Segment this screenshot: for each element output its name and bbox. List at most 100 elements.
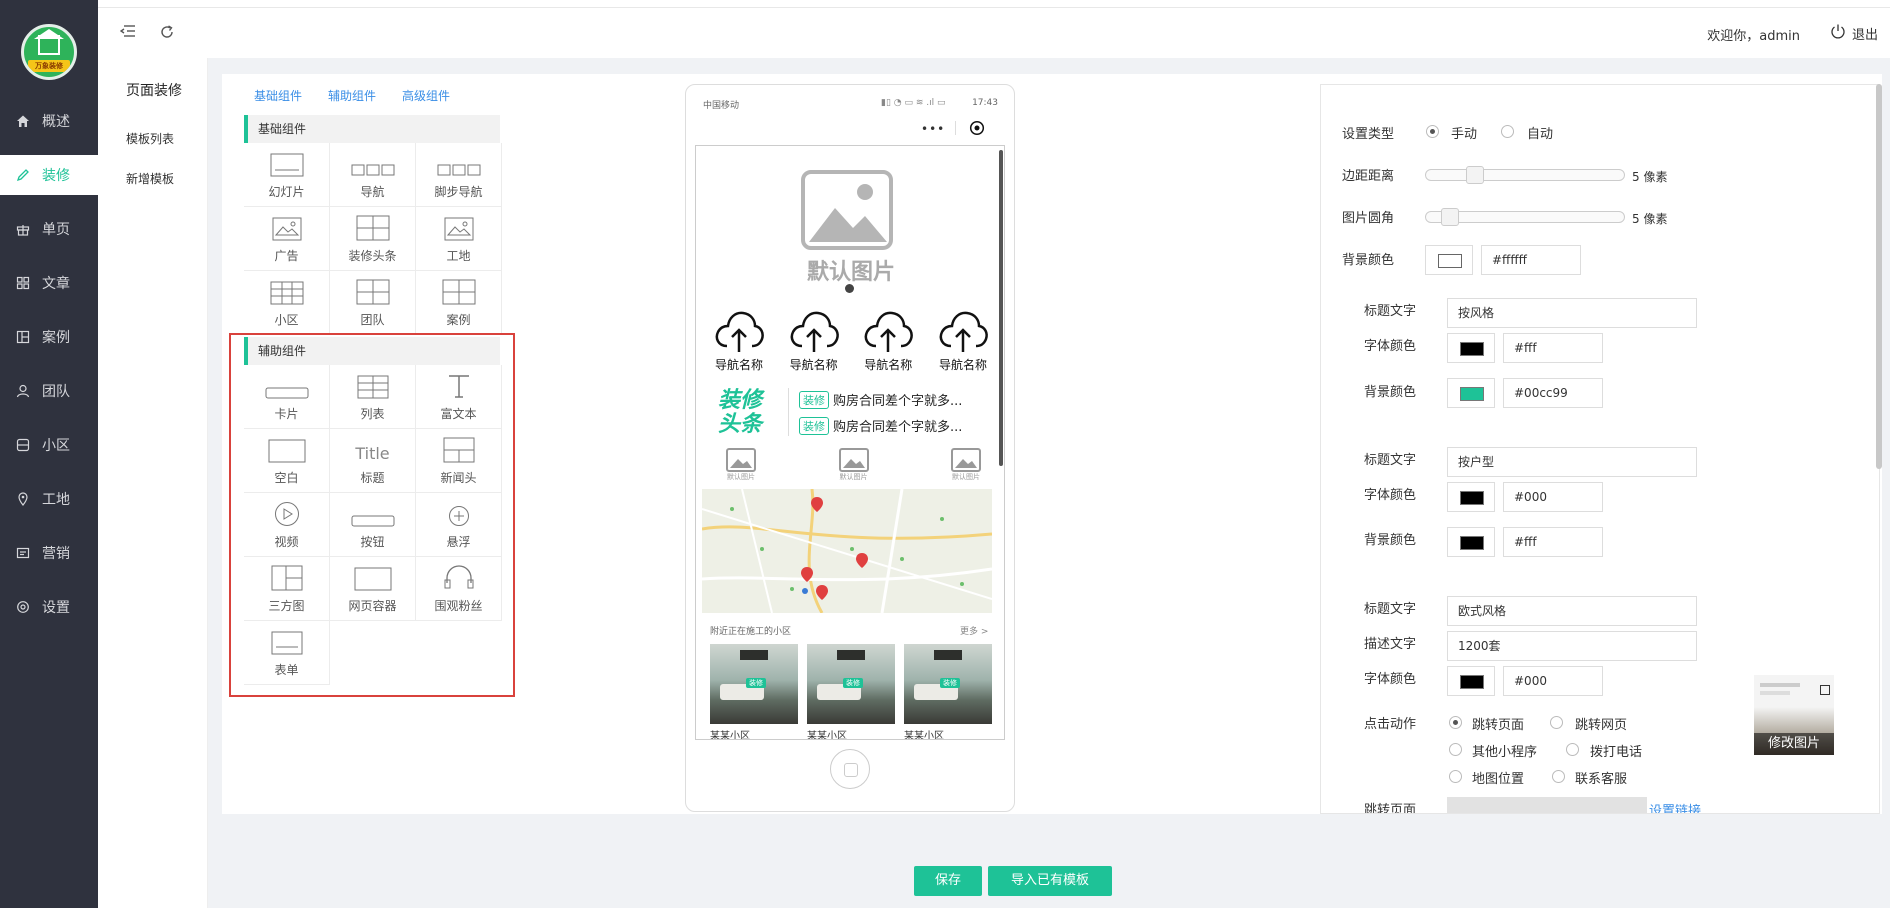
tab-auxiliary[interactable]: 辅助组件 xyxy=(328,87,376,104)
sidebar-item-label: 装修 xyxy=(42,168,70,184)
slideshow-icon xyxy=(270,153,303,177)
bg-color-picker[interactable] xyxy=(1425,245,1473,275)
user-icon xyxy=(16,384,30,398)
sidebar-item-community[interactable]: 小区 xyxy=(0,425,98,465)
sidebar-item-team[interactable]: 团队 xyxy=(0,371,98,411)
group1-bg-color-input[interactable]: #00cc99 xyxy=(1503,378,1603,408)
group2-font-color-picker[interactable] xyxy=(1447,482,1495,512)
sidebar-item-single-page[interactable]: 单页 xyxy=(0,209,98,249)
sidebar-item-marketing[interactable]: 营销 xyxy=(0,533,98,573)
tab-advanced[interactable]: 高级组件 xyxy=(402,87,450,104)
community-card[interactable]: 装修 某某小区 xyxy=(807,644,895,740)
logout-button[interactable]: 退出 xyxy=(1830,23,1878,43)
type-radio-manual[interactable] xyxy=(1426,125,1439,138)
group1-bg-color-picker[interactable] xyxy=(1447,378,1495,408)
marketing-icon xyxy=(16,546,30,560)
component-nav[interactable]: 导航 xyxy=(330,143,416,207)
community-name: 某某小区 xyxy=(807,731,847,740)
action-radio-map[interactable] xyxy=(1449,770,1462,783)
map-image[interactable] xyxy=(702,489,992,613)
group3-title-input[interactable]: 欧式风格 xyxy=(1447,596,1697,626)
nav-item[interactable]: 导航名称 xyxy=(855,308,921,373)
cloud-upload-icon xyxy=(939,311,988,352)
action-radio-page[interactable] xyxy=(1449,716,1462,729)
group1-font-color-input[interactable]: #fff xyxy=(1503,333,1603,363)
component-footer-nav[interactable]: 脚步导航 xyxy=(416,143,502,207)
card-image-thumbnail[interactable]: 修改图片 xyxy=(1754,675,1834,755)
nav-label: 导航名称 xyxy=(864,358,913,372)
import-template-button[interactable]: 导入已有模板 xyxy=(988,866,1112,896)
app-logo[interactable]: 万象装修 xyxy=(21,24,77,80)
group3-font-color-picker[interactable] xyxy=(1447,666,1495,696)
ad-item[interactable]: 默认图片 xyxy=(951,448,981,482)
team-icon xyxy=(356,279,389,305)
component-community[interactable]: 小区 xyxy=(244,271,330,335)
sidebar-item-site[interactable]: 工地 xyxy=(0,479,98,519)
group3-title-label: 标题文字 xyxy=(1364,602,1417,617)
action-radio-web[interactable] xyxy=(1550,716,1563,729)
phone-scrollbar[interactable] xyxy=(999,150,1003,466)
tab-basic[interactable]: 基础组件 xyxy=(254,87,302,104)
submenu-template-list[interactable]: 模板列表 xyxy=(126,130,174,147)
radius-slider-knob[interactable] xyxy=(1441,208,1459,226)
action-radio-service[interactable] xyxy=(1552,770,1565,783)
headline-item[interactable]: 装修 购房合同差个字就多... xyxy=(799,416,962,435)
group1-title-input[interactable]: 按风格 xyxy=(1447,298,1697,328)
sidebar-item-overview[interactable]: 概述 xyxy=(0,101,98,141)
sidebar-item-cases[interactable]: 案例 xyxy=(0,317,98,357)
sidebar-item-articles[interactable]: 文章 xyxy=(0,263,98,303)
action-radio-miniapp[interactable] xyxy=(1449,743,1462,756)
component-site[interactable]: 工地 xyxy=(416,207,502,271)
community-card[interactable]: 装修 某某小区 xyxy=(904,644,992,740)
more-dots-icon[interactable]: ••• xyxy=(921,122,945,136)
modify-image-button[interactable]: 修改图片 xyxy=(1754,733,1834,755)
community-name: 某某小区 xyxy=(904,731,944,740)
group3-font-color-input[interactable]: #000 xyxy=(1503,666,1603,696)
radius-slider[interactable] xyxy=(1425,208,1625,226)
ad-item[interactable]: 默认图片 xyxy=(838,448,869,482)
type-radio-auto[interactable] xyxy=(1501,125,1514,138)
ad-item[interactable]: 默认图片 xyxy=(726,448,756,482)
group3-desc-label: 描述文字 xyxy=(1364,637,1417,652)
nav-item[interactable]: 导航名称 xyxy=(706,308,772,373)
group2-bg-color-input[interactable]: #fff xyxy=(1503,527,1603,557)
settings-scrollbar[interactable] xyxy=(1876,84,1882,469)
margin-slider[interactable] xyxy=(1425,166,1625,184)
logo-house-icon xyxy=(38,35,60,55)
nav-item[interactable]: 导航名称 xyxy=(930,308,996,373)
image-icon xyxy=(726,448,756,472)
component-headline[interactable]: 装修头条 xyxy=(330,207,416,271)
phone-home-button[interactable] xyxy=(830,749,870,789)
component-case[interactable]: 案例 xyxy=(416,271,502,335)
carousel-dot xyxy=(845,284,854,293)
main-sidebar: 万象装修 概述 装修 单页 文章 案例 团队 小区 工地 营销 设置 xyxy=(0,0,98,908)
phone-screen: 默认图片 导航名称 导航名称 导航名称 导航名称 装修 头条 装修 购房合同差个… xyxy=(695,145,1005,740)
sidebar-item-settings[interactable]: 设置 xyxy=(0,587,98,627)
headline-item[interactable]: 装修 购房合同差个字就多... xyxy=(799,390,962,409)
bg-color-input[interactable]: #ffffff xyxy=(1481,245,1581,275)
jump-page-input[interactable] xyxy=(1447,797,1647,813)
community-card[interactable]: 装修 某某小区 xyxy=(710,644,798,739)
group2-bg-color-picker[interactable] xyxy=(1447,527,1495,557)
nearby-more-link[interactable]: 更多 > xyxy=(960,624,988,637)
nearby-title: 附近正在施工的小区 xyxy=(710,627,792,637)
group2-font-color-input[interactable]: #000 xyxy=(1503,482,1603,512)
nav-item[interactable]: 导航名称 xyxy=(781,308,847,373)
group3-desc-input[interactable]: 1200套 xyxy=(1447,631,1697,661)
component-ad[interactable]: 广告 xyxy=(244,207,330,271)
group2-title-input[interactable]: 按户型 xyxy=(1447,447,1697,477)
type-label: 设置类型 xyxy=(1342,127,1395,142)
set-link-button[interactable]: 设置链接 xyxy=(1649,800,1701,813)
menu-collapse-icon[interactable] xyxy=(119,24,136,42)
welcome-text: 欢迎你，admin xyxy=(1707,29,1800,44)
component-slideshow[interactable]: 幻灯片 xyxy=(244,143,330,207)
action-radio-phone[interactable] xyxy=(1566,743,1579,756)
refresh-icon[interactable] xyxy=(159,24,175,44)
group1-font-color-picker[interactable] xyxy=(1447,333,1495,363)
component-team[interactable]: 团队 xyxy=(330,271,416,335)
margin-slider-knob[interactable] xyxy=(1466,166,1484,184)
submenu-new-template[interactable]: 新增模板 xyxy=(126,170,174,187)
save-button[interactable]: 保存 xyxy=(914,866,982,896)
sidebar-item-decoration[interactable]: 装修 xyxy=(0,155,98,195)
record-icon[interactable] xyxy=(969,120,985,140)
